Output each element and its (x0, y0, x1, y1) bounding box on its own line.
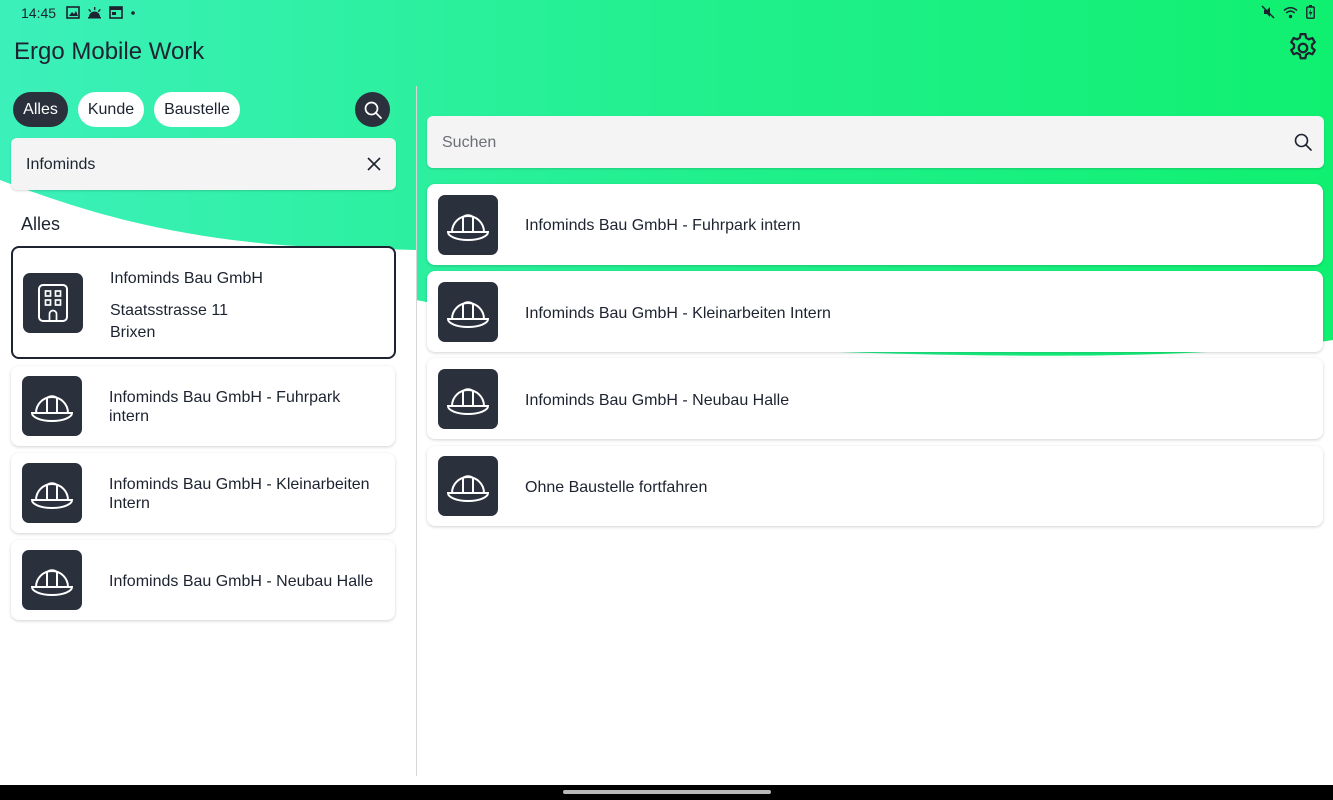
left-result-site-2[interactable]: Infominds Bau GmbH - Kleinarbeiten Inter… (11, 453, 395, 533)
helmet-icon (30, 569, 74, 596)
status-bar: 14:45 (0, 0, 1333, 26)
left-search-field[interactable] (11, 138, 396, 192)
settings-button[interactable] (1286, 31, 1320, 65)
mute-icon (1261, 5, 1275, 19)
weather-notification-icon (88, 7, 101, 19)
left-result-customer[interactable]: Infominds Bau GmbH Staatsstrasse 11 Brix… (11, 246, 396, 359)
search-icon (364, 101, 382, 119)
right-search-input[interactable] (440, 116, 1264, 170)
site-name: Infominds Bau GmbH - Fuhrpark intern (109, 389, 341, 425)
section-heading: Alles (21, 214, 61, 234)
search-toggle-button[interactable] (355, 92, 390, 127)
customer-address-city: Brixen (110, 324, 156, 341)
site-name: Infominds Bau GmbH - Neubau Halle (525, 392, 790, 409)
site-name: Infominds Bau GmbH - Neubau Halle (109, 573, 374, 590)
right-result-site-2[interactable]: Infominds Bau GmbH - Kleinarbeiten Inter… (427, 271, 1323, 352)
battery-charging-icon (1306, 5, 1315, 19)
helmet-icon (446, 388, 490, 415)
site-tile (438, 369, 498, 429)
helmet-icon (30, 395, 74, 422)
filter-chip-baustelle[interactable]: Baustelle (154, 92, 240, 127)
more-notifications-dot-icon (131, 11, 135, 15)
filter-chip-alles[interactable]: Alles (13, 92, 68, 127)
right-search-field[interactable] (427, 116, 1324, 170)
left-result-site-1[interactable]: Infominds Bau GmbH - Fuhrpark intern (11, 366, 395, 446)
system-navigation-bar (0, 785, 1333, 800)
site-tile (438, 195, 498, 255)
status-time: 14:45 (21, 5, 57, 21)
customer-tile (23, 273, 83, 333)
right-search-button[interactable] (1293, 132, 1313, 152)
wifi-icon (1283, 6, 1298, 18)
site-tile (438, 456, 498, 516)
left-search-input[interactable] (24, 138, 348, 192)
helmet-icon (446, 301, 490, 328)
helmet-icon (30, 482, 74, 509)
filter-chip-kunde[interactable]: Kunde (78, 92, 144, 127)
site-tile (22, 550, 82, 610)
right-result-no-site[interactable]: Ohne Baustelle fortfahren (427, 446, 1323, 526)
clear-search-button[interactable] (364, 154, 384, 174)
search-icon (1294, 133, 1312, 151)
left-result-site-3[interactable]: Infominds Bau GmbH - Neubau Halle (11, 540, 395, 620)
calendar-notification-icon (109, 6, 123, 19)
home-gesture-handle[interactable] (563, 790, 771, 794)
site-tile (438, 282, 498, 342)
building-icon (38, 284, 68, 322)
customer-address-street: Staatsstrasse 11 (110, 302, 228, 319)
image-notification-icon (66, 6, 80, 19)
customer-name: Infominds Bau GmbH (110, 270, 263, 287)
helmet-icon (446, 214, 490, 241)
right-result-site-3[interactable]: Infominds Bau GmbH - Neubau Halle (427, 358, 1323, 439)
site-name: Infominds Bau GmbH - Kleinarbeiten Inter… (525, 305, 831, 322)
right-result-site-1[interactable]: Infominds Bau GmbH - Fuhrpark intern (427, 184, 1323, 265)
no-site-label: Ohne Baustelle fortfahren (525, 479, 708, 496)
site-tile (22, 463, 82, 523)
helmet-icon (446, 475, 490, 502)
gear-icon (1290, 32, 1316, 60)
pane-divider (416, 86, 417, 776)
app-title: Ergo Mobile Work (14, 38, 205, 65)
site-name: Infominds Bau GmbH - Kleinarbeiten Inter… (109, 476, 370, 512)
site-tile (22, 376, 82, 436)
close-icon (367, 157, 381, 171)
site-name: Infominds Bau GmbH - Fuhrpark intern (525, 217, 801, 234)
